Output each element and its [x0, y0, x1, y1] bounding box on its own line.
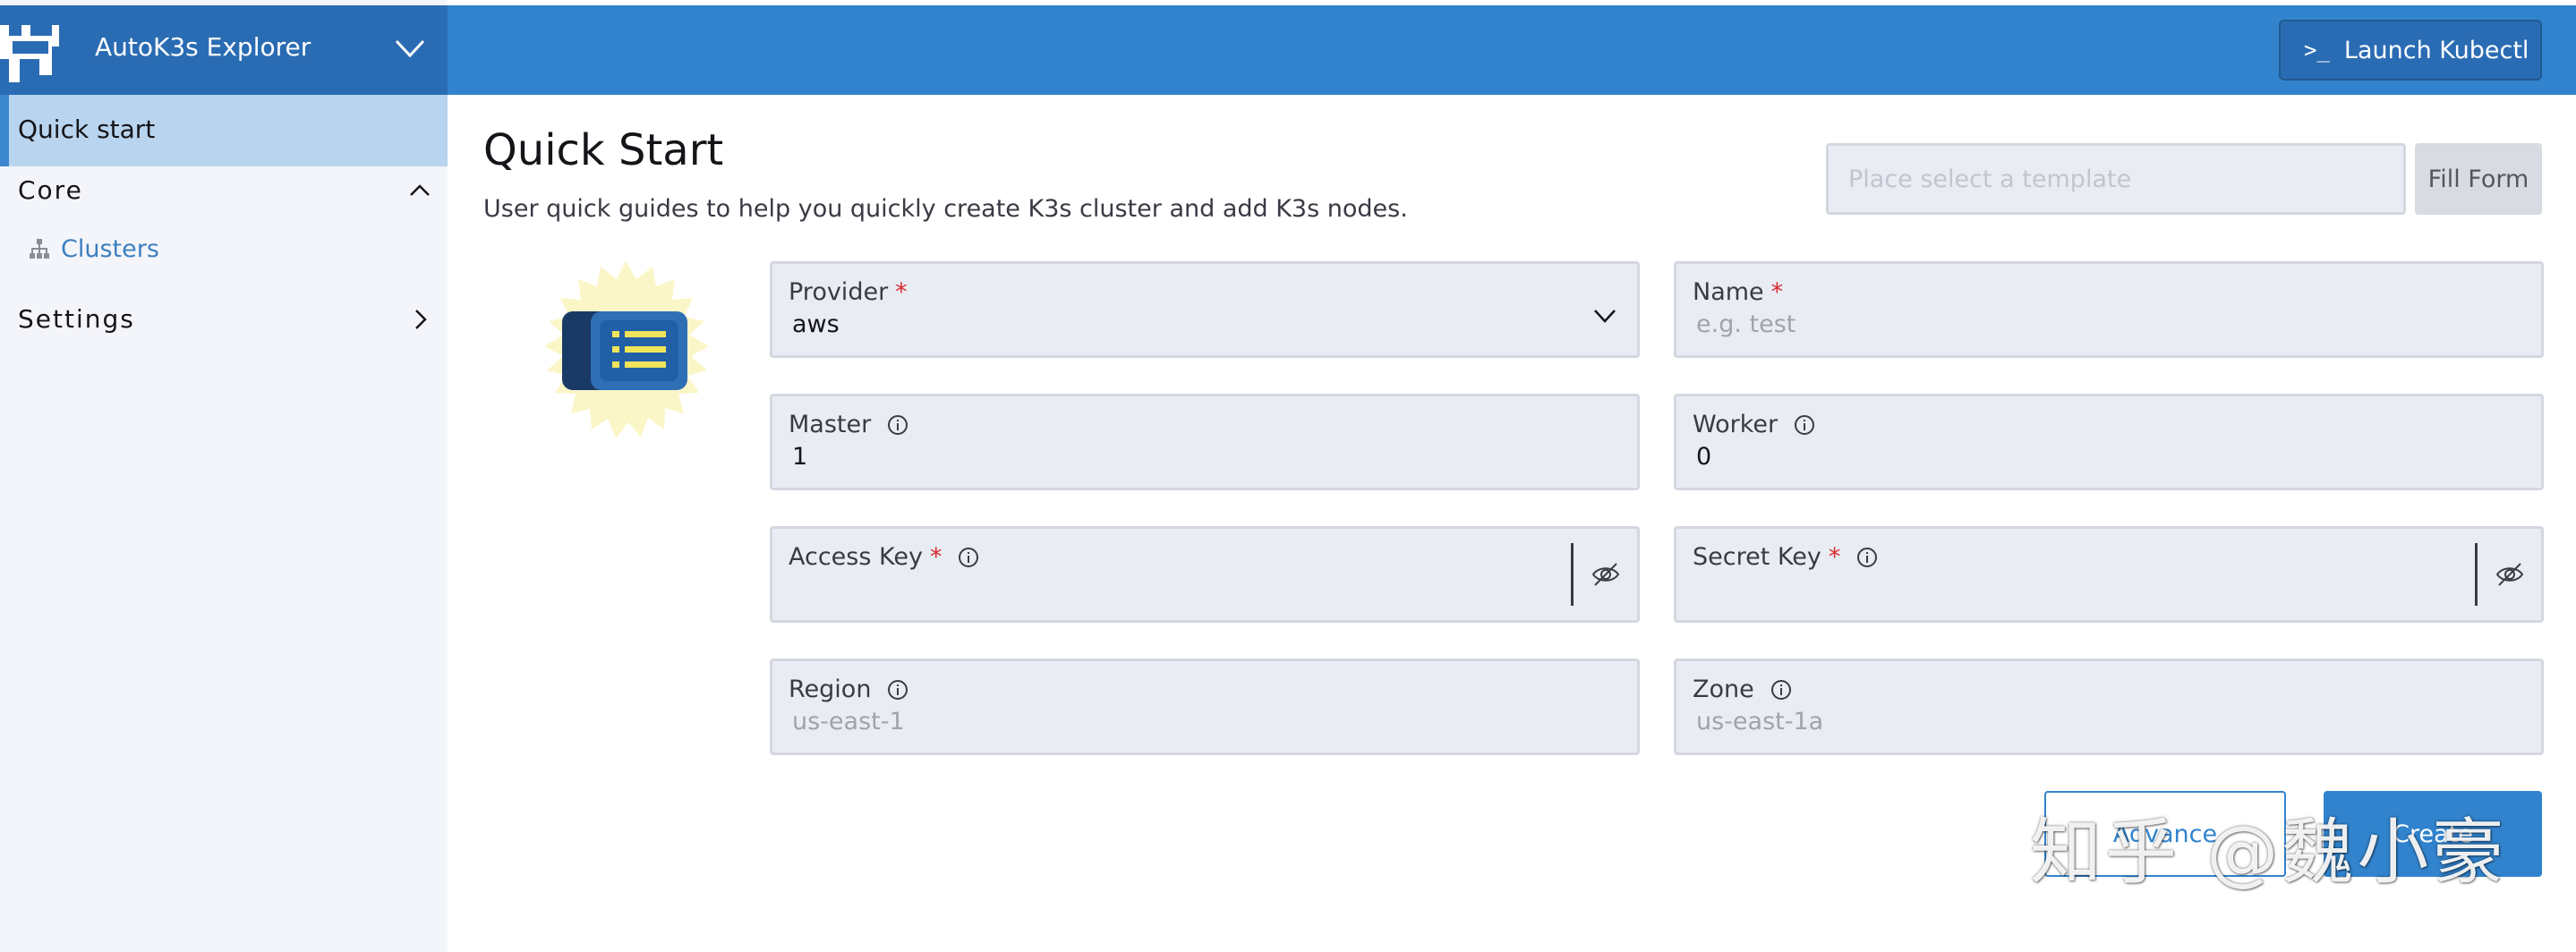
access-key-label: Access Key * — [789, 543, 979, 571]
sidebar-group-settings[interactable]: Settings — [0, 297, 448, 342]
zone-label-text: Zone — [1693, 676, 1754, 703]
brand-bar[interactable]: AutoK3s Explorer — [0, 5, 448, 95]
sidebar-item-clusters[interactable]: Clusters — [27, 231, 159, 267]
zone-label: Zone — [1693, 676, 1792, 703]
info-icon[interactable] — [958, 547, 979, 568]
chevron-right-icon — [415, 310, 427, 329]
access-key-field[interactable]: Access Key * — [770, 526, 1640, 623]
master-field[interactable]: Master 1 — [770, 394, 1640, 490]
launch-kubectl-button[interactable]: >_ Launch Kubectl — [2279, 20, 2542, 81]
secret-key-label: Secret Key * — [1693, 543, 1878, 571]
required-marker: * — [929, 543, 943, 571]
app-title: AutoK3s Explorer — [95, 32, 311, 62]
sidebar-item-label: Quick start — [18, 115, 156, 144]
provider-label: Provider * — [789, 278, 908, 306]
launch-kubectl-label: Launch Kubectl — [2343, 36, 2529, 64]
cluster-tree-icon — [30, 239, 49, 259]
sidebar-group-core[interactable]: Core — [0, 168, 448, 213]
worker-field[interactable]: Worker 0 — [1674, 394, 2544, 490]
region-field[interactable]: Region us-east-1 — [770, 659, 1640, 755]
info-icon[interactable] — [1856, 547, 1878, 568]
eye-off-icon — [1591, 563, 1619, 586]
toggle-visibility-button[interactable] — [1571, 543, 1637, 606]
chevron-down-icon — [1594, 310, 1616, 323]
top-header — [448, 5, 2576, 95]
required-marker: * — [1828, 543, 1841, 571]
master-label-text: Master — [789, 411, 872, 438]
fill-form-button[interactable]: Fill Form — [2415, 143, 2542, 215]
eye-off-icon — [2495, 563, 2523, 586]
terminal-icon: >_ — [2304, 38, 2330, 63]
chevron-down-icon[interactable] — [394, 38, 426, 59]
list-card-illustration — [544, 261, 709, 438]
master-value: 1 — [792, 443, 808, 471]
secret-key-label-text: Secret Key — [1693, 543, 1821, 571]
name-field[interactable]: Name * e.g. test — [1674, 261, 2544, 358]
sidebar-item-label: Clusters — [61, 234, 159, 263]
worker-value: 0 — [1696, 443, 1712, 471]
worker-label-text: Worker — [1693, 411, 1778, 438]
info-icon[interactable] — [1794, 414, 1815, 436]
template-select[interactable]: Place select a template — [1826, 143, 2406, 215]
zone-field[interactable]: Zone us-east-1a — [1674, 659, 2544, 755]
required-marker: * — [895, 278, 908, 306]
name-label: Name * — [1693, 278, 1783, 306]
page-title: Quick Start — [483, 125, 724, 175]
secret-key-field[interactable]: Secret Key * — [1674, 526, 2544, 623]
sidebar-group-label: Settings — [18, 304, 135, 334]
region-label: Region — [789, 676, 908, 703]
region-label-text: Region — [789, 676, 872, 703]
required-marker: * — [1770, 278, 1784, 306]
template-select-placeholder: Place select a template — [1848, 166, 2132, 193]
name-label-text: Name — [1693, 278, 1764, 306]
page-subtitle: User quick guides to help you quickly cr… — [483, 195, 1408, 223]
region-placeholder: us-east-1 — [792, 708, 905, 735]
provider-value: aws — [792, 310, 840, 338]
master-label: Master — [789, 411, 908, 438]
worker-label: Worker — [1693, 411, 1815, 438]
sidebar-item-quick-start[interactable]: Quick start — [0, 95, 448, 166]
info-icon[interactable] — [887, 414, 908, 436]
sidebar-group-label: Core — [18, 175, 83, 205]
chevron-up-icon — [410, 184, 430, 196]
name-placeholder: e.g. test — [1696, 310, 1796, 338]
provider-select[interactable]: Provider * aws — [770, 261, 1640, 358]
sidebar: AutoK3s Explorer Quick start Core Cluste… — [0, 0, 448, 952]
watermark: 知乎 @魏小豪 — [2030, 811, 2508, 894]
info-icon[interactable] — [887, 679, 908, 701]
info-icon[interactable] — [1770, 679, 1792, 701]
zone-placeholder: us-east-1a — [1696, 708, 1824, 735]
provider-label-text: Provider — [789, 278, 889, 306]
toggle-visibility-button[interactable] — [2475, 543, 2541, 606]
k3s-bull-logo-icon — [0, 25, 59, 82]
access-key-label-text: Access Key — [789, 543, 923, 571]
